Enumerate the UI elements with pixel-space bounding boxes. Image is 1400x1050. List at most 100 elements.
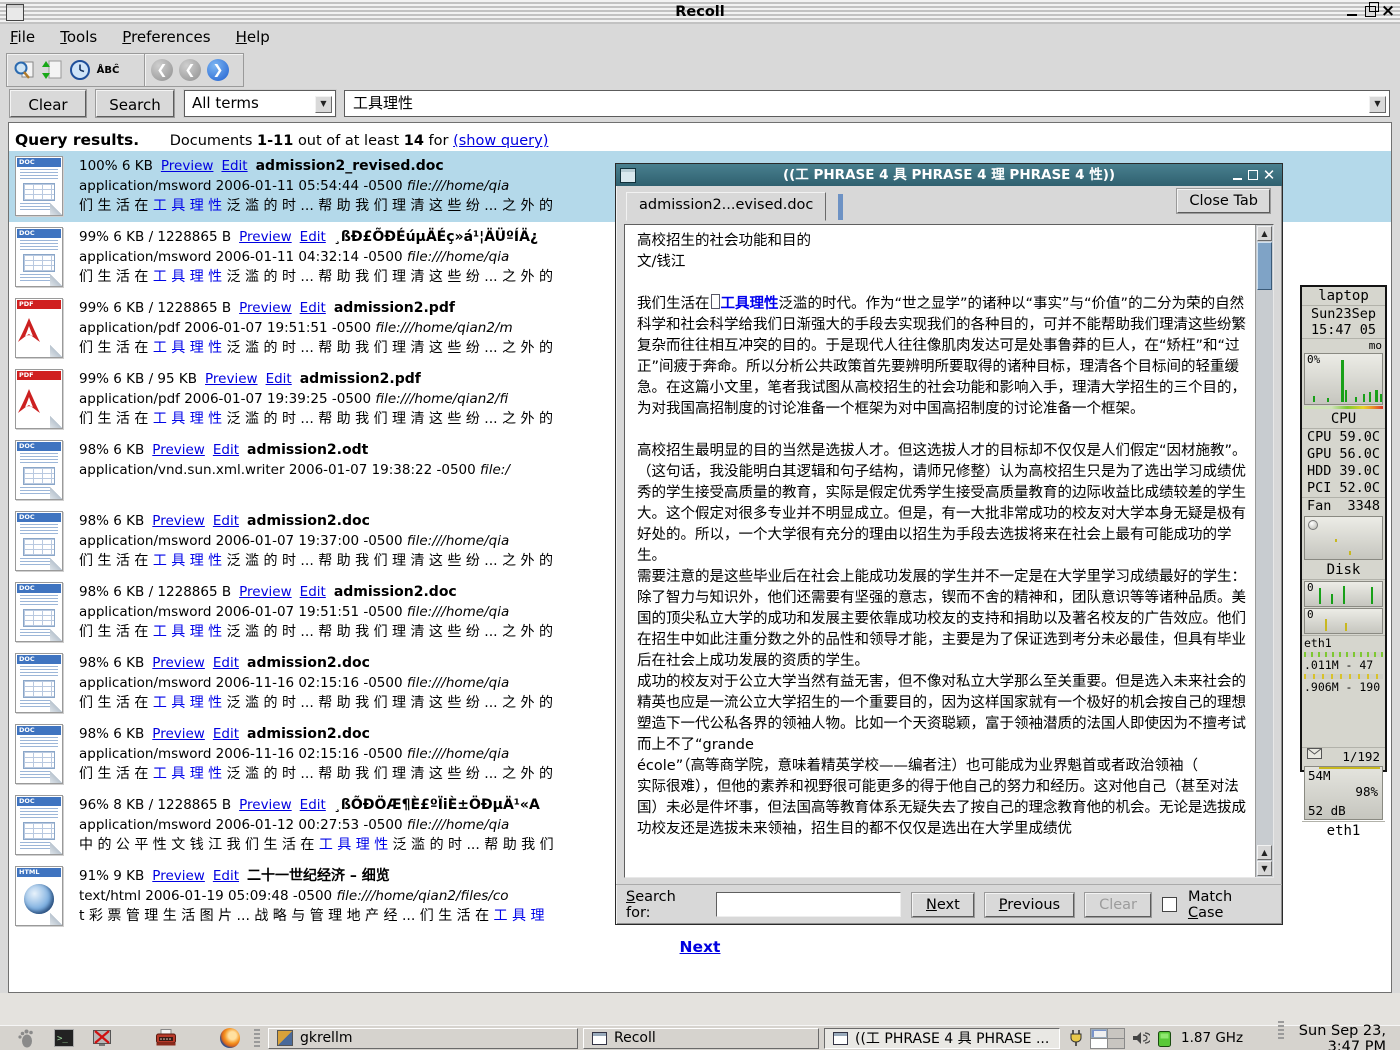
workspace-3[interactable] [1091, 1039, 1107, 1048]
temp-row: GPU56.0C [1302, 446, 1385, 463]
menu-tools[interactable]: Tools [60, 24, 97, 50]
edit-link[interactable]: Edit [213, 726, 239, 742]
menu-help[interactable]: Help [236, 24, 270, 50]
cpu-freq-label: 1.87 GHz [1181, 1030, 1243, 1046]
mem-panel: 54M 98% 52 dB [1304, 766, 1383, 820]
task-button[interactable]: Recoll [583, 1028, 819, 1049]
preview-window-menu-icon[interactable] [620, 168, 636, 183]
find-input[interactable] [716, 892, 901, 917]
result-relevance-size: 98% 6 KB [79, 513, 144, 529]
new-query-icon[interactable] [10, 56, 38, 84]
edit-link[interactable]: Edit [221, 158, 247, 174]
edit-link[interactable]: Edit [300, 300, 326, 316]
preview-link[interactable]: Preview [239, 229, 292, 245]
preview-link[interactable]: Preview [152, 655, 205, 671]
edit-link[interactable]: Edit [213, 442, 239, 458]
preview-tab[interactable]: admission2...evised.doc [626, 192, 826, 221]
workspace-4[interactable] [1108, 1039, 1124, 1048]
menu-preferences[interactable]: Preferences [122, 24, 210, 50]
scroll-up2-icon[interactable]: ▲ [1257, 845, 1272, 860]
cpu-freq-icon[interactable] [1157, 1029, 1172, 1048]
preview-link[interactable]: Preview [239, 300, 292, 316]
edit-link[interactable]: Edit [300, 584, 326, 600]
preview-close-button[interactable]: ✕ [1261, 165, 1277, 185]
workspace-pager[interactable] [1090, 1028, 1125, 1049]
query-dropdown-arrow[interactable]: ▼ [1369, 96, 1386, 113]
minimize-button[interactable] [1344, 3, 1360, 20]
term-explorer-icon[interactable]: ÅBĈ [94, 56, 122, 84]
desktop: Recoll × File Tools Preferences Help [0, 0, 1400, 1050]
result-mime-date: application/msword 2006-01-12 00:27:53 -… [79, 817, 407, 833]
chevron-down-icon[interactable]: ▼ [315, 96, 332, 113]
workspace-1[interactable] [1091, 1029, 1107, 1038]
first-page-icon[interactable]: ❮ [148, 56, 176, 84]
edit-link[interactable]: Edit [213, 868, 239, 884]
system-tray: 1.87 GHz [1069, 1028, 1243, 1049]
lock-screen-icon[interactable] [90, 1027, 114, 1049]
scroll-up-icon[interactable]: ▲ [1257, 226, 1272, 241]
pdf-file-icon: PDF [15, 369, 63, 429]
cpu-section-title: CPU [1302, 410, 1385, 429]
result-relevance-size: 98% 6 KB / 1228865 B [79, 584, 231, 600]
edit-link[interactable]: Edit [266, 371, 292, 387]
preview-scrollbar[interactable]: ▲ ▲ ▼ [1255, 225, 1273, 877]
sort-icon[interactable] [38, 56, 66, 84]
terminal-icon[interactable]: >_ [52, 1027, 76, 1049]
query-text: 工具理性 [353, 94, 413, 112]
find-previous-button[interactable]: Previous [985, 893, 1074, 917]
task-button[interactable]: ((工 PHRASE 4 具 PHRASE ... [824, 1028, 1060, 1049]
show-query-link[interactable]: (show query) [453, 133, 548, 149]
preview-link[interactable]: Preview [152, 726, 205, 742]
gnome-foot-icon[interactable] [14, 1027, 38, 1049]
preview-link[interactable]: Preview [152, 868, 205, 884]
match-case-checkbox[interactable] [1162, 897, 1177, 912]
edit-link[interactable]: Edit [213, 655, 239, 671]
task-button-label: gkrellm [300, 1030, 352, 1046]
scrollbar-thumb[interactable] [1257, 242, 1272, 290]
find-next-button[interactable]: Next [912, 893, 974, 917]
edit-link[interactable]: Edit [213, 513, 239, 529]
result-relevance-size: 96% 8 KB / 1228865 B [79, 797, 231, 813]
close-tab-button[interactable]: Close Tab [1177, 189, 1270, 213]
task-button[interactable]: gkrellm [268, 1028, 578, 1049]
search-mode-combo[interactable]: All terms ▼ [184, 90, 336, 117]
edit-link[interactable]: Edit [300, 797, 326, 813]
text-segment: 中 的 公 平 性 文 钱 江 我 们 生 活 在 [79, 837, 319, 853]
preview-text-area[interactable]: 高校招生的社会功能和目的 文/钱江我们生活在工具理性泛滥的时代。作为“世之显学”… [624, 224, 1274, 878]
preview-maximize-button[interactable] [1245, 170, 1261, 180]
next-results-link[interactable]: Next [9, 938, 1391, 956]
preview-titlebar[interactable]: ((工 PHRASE 4 具 PHRASE 4 理 PHRASE 4 性)) ✕ [616, 164, 1282, 186]
highlighted-term: 工 具 理 性 [153, 766, 222, 782]
taskbar-clock[interactable]: Sun Sep 23, 3:47 PM [1299, 1023, 1386, 1050]
docs-total: 14 [404, 133, 424, 149]
next-page-icon[interactable]: ❯ [204, 56, 232, 84]
prev-page-icon[interactable]: ❮ [176, 56, 204, 84]
restore-button[interactable] [1362, 3, 1378, 20]
edit-link[interactable]: Edit [300, 229, 326, 245]
net-interface-label: eth1 [1302, 635, 1385, 651]
sort-by-date-icon[interactable] [66, 56, 94, 84]
preview-minimize-button[interactable] [1229, 170, 1245, 180]
clear-button[interactable]: Clear [10, 90, 86, 117]
temp-row: CPU59.0C [1302, 429, 1385, 446]
preview-link[interactable]: Preview [152, 513, 205, 529]
workspace-2[interactable] [1108, 1029, 1124, 1038]
preview-link[interactable]: Preview [161, 158, 214, 174]
result-filename: admission2.doc [247, 726, 370, 742]
close-button[interactable]: × [1380, 3, 1396, 20]
preview-link[interactable]: Preview [239, 797, 292, 813]
search-button[interactable]: Search [96, 90, 174, 117]
typewriter-icon[interactable] [154, 1027, 178, 1049]
recoll-titlebar[interactable]: Recoll × [0, 0, 1400, 25]
menu-file[interactable]: File [10, 24, 35, 50]
preview-link[interactable]: Preview [152, 442, 205, 458]
taskbar-separator[interactable] [254, 1029, 260, 1047]
preview-link[interactable]: Preview [239, 584, 292, 600]
preview-link[interactable]: Preview [205, 371, 258, 387]
power-plug-icon[interactable] [1069, 1029, 1083, 1047]
find-clear-button[interactable]: Clear [1085, 893, 1151, 917]
scroll-down-icon[interactable]: ▼ [1257, 861, 1272, 876]
volume-icon[interactable] [1132, 1030, 1150, 1046]
query-input[interactable]: 工具理性 ▼ [344, 90, 1390, 117]
firefox-icon[interactable] [218, 1027, 242, 1049]
